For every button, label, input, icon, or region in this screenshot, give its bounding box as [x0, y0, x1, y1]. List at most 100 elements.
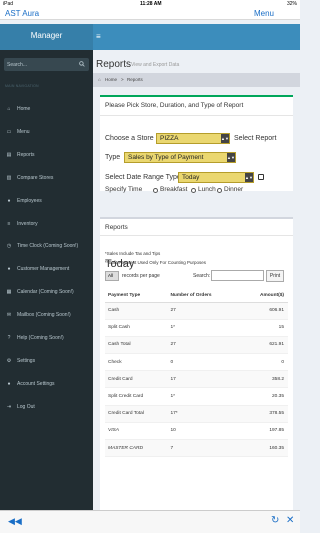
cell-orders: 27 [167, 302, 239, 320]
menu-button[interactable]: Menu [254, 9, 274, 18]
page-subtitle: View and Export Data [131, 62, 180, 68]
content-header: ≡ [93, 24, 300, 50]
lunch-label: Lunch [198, 186, 216, 193]
records-per-page-select[interactable]: All [105, 271, 119, 281]
table-search-label: Search: [193, 273, 211, 279]
date-range-select[interactable]: Today ▲▼ [178, 172, 254, 183]
records-per-page-value: All [108, 273, 114, 278]
dinner-radio[interactable] [217, 188, 222, 193]
date-range-value: Today [182, 174, 200, 181]
sidebar-item-label: Account Settings [17, 380, 55, 387]
sidebar-item-inventory[interactable]: ≡ Inventory [0, 216, 93, 232]
sidebar-search-input[interactable] [7, 60, 75, 69]
table-row: VISA 10 197.85 [105, 422, 288, 441]
sidebar-item-help-coming-soon[interactable]: ? Help (Coming Soon!) [0, 330, 93, 346]
column-header-orders[interactable]: Number of Orders [167, 289, 239, 303]
ios-status-bar: iPad 11:28 AM 32% [0, 0, 300, 8]
sidebar-item-employees[interactable]: ● Employees [0, 193, 93, 209]
gear-icon: ⚙ [6, 357, 12, 364]
nav-section-header: MAIN NAVIGATION [5, 84, 39, 88]
table-row: Credit Card Total 17* 378.55 [105, 405, 288, 423]
cell-amount: 0 [238, 353, 288, 372]
mail-icon: ✉ [6, 312, 12, 319]
sidebar-item-label: Menu [17, 128, 30, 135]
divider [100, 235, 293, 236]
sidebar-item-account-settings[interactable]: ● Account Settings [0, 376, 93, 392]
cell-payment-type: VISA [105, 422, 168, 441]
home-icon: ⌂ [7, 106, 11, 112]
report-options-box: Please Pick Store, Duration, and Type of… [100, 95, 293, 193]
records-per-page-label: records per page [122, 273, 160, 279]
sidebar-item-label: Calendar (Coming Soon!) [17, 289, 74, 296]
divider [100, 115, 293, 116]
chevron-down-icon: ▲▼ [227, 153, 235, 162]
breakfast-radio[interactable] [153, 188, 158, 193]
sidebar-item-calendar-coming-soon[interactable]: ▦ Calendar (Coming Soon!) [0, 284, 93, 300]
breadcrumb-separator: > [121, 77, 124, 82]
specify-time-label: Specify Time [105, 186, 143, 193]
compare-icon: ▥ [6, 174, 12, 181]
sidebar-toggle-icon[interactable]: ≡ [96, 32, 101, 41]
cell-orders: 27 [167, 336, 239, 355]
select-report-label: Select Report [234, 135, 277, 142]
table-row: MASTER CARD 7 160.35 [105, 439, 288, 458]
store-select[interactable]: PIZZA ▲▼ [156, 133, 230, 144]
breakfast-label: Breakfast [160, 186, 188, 193]
column-header-payment-type[interactable]: Payment Type [105, 289, 168, 303]
report-type-value: Sales by Type of Payment [128, 154, 204, 161]
sidebar-item-customer-management[interactable]: ● Customer Management [0, 261, 93, 277]
customer-icon: ● [7, 266, 11, 273]
device-label: iPad [3, 1, 14, 7]
sidebar-item-menu[interactable]: ▭ Menu [0, 124, 93, 140]
sidebar-item-label: Mailbox (Coming Soon!) [17, 312, 71, 319]
list-icon: ≡ [7, 220, 11, 227]
store-select-value: PIZZA [160, 135, 179, 142]
cell-orders: 10 [167, 422, 239, 441]
specify-time-checkbox[interactable] [258, 174, 264, 180]
breadcrumb: ⌂ Home > Reports [93, 73, 300, 87]
reload-icon[interactable]: ↻ [271, 515, 279, 526]
cell-amount: 378.55 [238, 405, 288, 423]
cell-amount: 15 [238, 319, 288, 337]
cell-amount: 358.2 [238, 370, 288, 389]
logout-icon: ⇥ [6, 403, 12, 410]
column-header-amount[interactable]: Amount($) [238, 289, 288, 303]
sidebar-item-mailbox-coming-soon[interactable]: ✉ Mailbox (Coming Soon!) [0, 307, 93, 323]
search-icon[interactable] [79, 61, 85, 67]
battery-level: 32% [286, 1, 297, 7]
breadcrumb-home[interactable]: Home [105, 77, 117, 82]
table-row: Split Cash 1* 15 [105, 319, 288, 337]
print-button[interactable]: Print [266, 270, 284, 282]
table-row: Cash Total 27 621.91 [105, 336, 288, 355]
sidebar-item-label: Compare Stores [17, 174, 54, 181]
payment-report-table: Payment Type Number of Orders Amount($) … [105, 289, 288, 458]
app-navbar: AST Aura Menu [0, 8, 300, 20]
sidebar-item-log-out[interactable]: ⇥ Log Out [0, 399, 93, 415]
sidebar-item-time-clock-coming-soon[interactable]: ◷ Time Clock (Coming Soon!) [0, 238, 93, 254]
sidebar: Manager MAIN NAVIGATION ⌂ Home ▭ Menu ▤ Repor… [0, 24, 93, 510]
table-search-input[interactable] [211, 270, 264, 281]
cell-payment-type: Credit Card [105, 370, 168, 389]
sidebar-item-settings[interactable]: ⚙ Settings [0, 353, 93, 369]
brand-title: Manager [30, 31, 63, 40]
cell-payment-type: Credit Card Total [105, 405, 168, 423]
report-options-heading: Please Pick Store, Duration, and Type of… [105, 102, 244, 109]
split-note: **Split Payment Used Only For Counting P… [105, 260, 207, 265]
cell-payment-type: Split Cash [105, 319, 168, 337]
back-icon[interactable]: ◀◀ [8, 516, 22, 527]
user-icon: ● [7, 380, 11, 387]
book-icon: ▭ [6, 128, 12, 135]
cell-orders: 1* [167, 319, 239, 337]
report-type-select[interactable]: Sales by Type of Payment ▲▼ [124, 152, 236, 163]
sidebar-item-label: Settings [17, 357, 36, 364]
sidebar-item-compare-stores[interactable]: ▥ Compare Stores [0, 170, 93, 186]
sales-note: *Sales Include Tax and Tips [105, 251, 161, 256]
lunch-radio[interactable] [191, 188, 196, 193]
table-row: Split Credit Card 1* 20.35 [105, 387, 288, 406]
cell-amount: 160.35 [238, 439, 288, 458]
close-icon[interactable]: ✕ [286, 515, 294, 526]
cell-amount: 197.85 [238, 422, 288, 441]
sidebar-item-reports[interactable]: ▤ Reports [0, 147, 93, 163]
sidebar-item-home[interactable]: ⌂ Home [0, 101, 93, 117]
type-label: Type [105, 154, 121, 161]
